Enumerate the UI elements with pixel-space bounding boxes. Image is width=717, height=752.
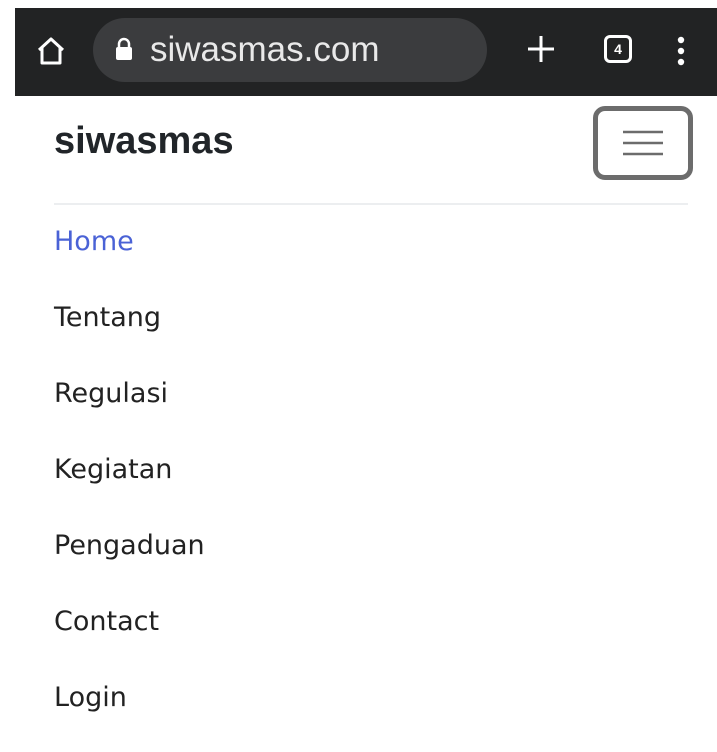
lock-icon [115,37,133,61]
nav-item-login[interactable]: Login [54,676,205,752]
nav-item-tentang[interactable]: Tentang [54,296,205,372]
browser-toolbar: siwasmas.com 4 [15,8,717,96]
hamburger-icon [623,130,663,156]
home-icon[interactable] [36,36,66,66]
nav-item-regulasi[interactable]: Regulasi [54,372,205,448]
nav-item-kegiatan[interactable]: Kegiatan [54,448,205,524]
address-bar[interactable]: siwasmas.com [93,18,487,82]
site-header: siwasmas [15,96,717,204]
nav-menu: Home Tentang Regulasi Kegiatan Pengaduan… [54,220,205,752]
brand-logo-text[interactable]: siwasmas [54,118,234,164]
url-text: siwasmas.com [150,30,380,69]
tab-switcher-icon[interactable]: 4 [604,35,632,63]
more-vert-icon[interactable] [671,36,691,66]
plus-icon[interactable] [526,34,556,64]
navbar-toggler-button[interactable] [593,106,693,180]
nav-divider [54,203,688,205]
nav-item-pengaduan[interactable]: Pengaduan [54,524,205,600]
nav-item-home[interactable]: Home [54,220,205,296]
nav-item-contact[interactable]: Contact [54,600,205,676]
